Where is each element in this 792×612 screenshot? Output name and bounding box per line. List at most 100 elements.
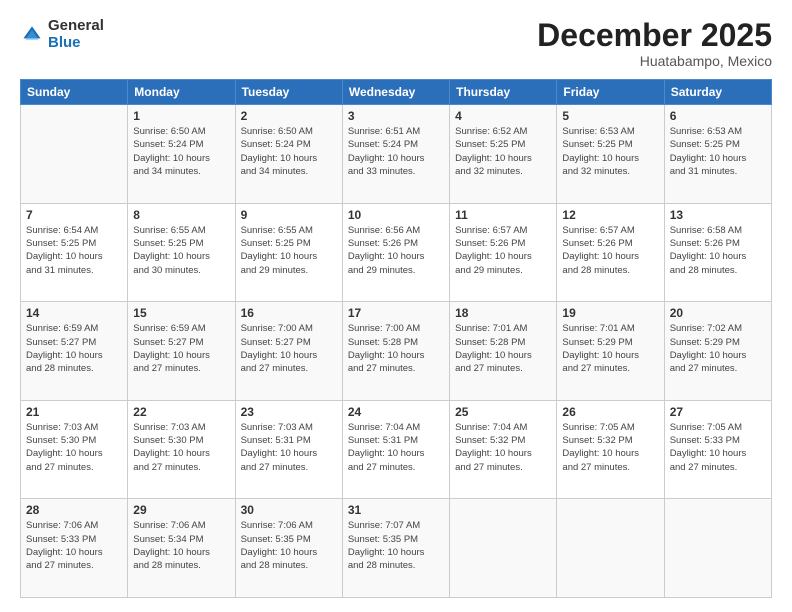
day-number: 6 xyxy=(670,109,766,123)
day-info: Sunrise: 7:00 AM Sunset: 5:28 PM Dayligh… xyxy=(348,322,444,375)
day-info: Sunrise: 7:02 AM Sunset: 5:29 PM Dayligh… xyxy=(670,322,766,375)
day-number: 4 xyxy=(455,109,551,123)
day-cell: 6Sunrise: 6:53 AM Sunset: 5:25 PM Daylig… xyxy=(664,105,771,204)
col-header-wednesday: Wednesday xyxy=(342,80,449,105)
day-number: 8 xyxy=(133,208,229,222)
day-cell: 20Sunrise: 7:02 AM Sunset: 5:29 PM Dayli… xyxy=(664,302,771,401)
day-number: 15 xyxy=(133,306,229,320)
day-cell: 22 Sunrise: 7:03 AM Sunset: 5:30 PM Dayli… xyxy=(128,400,235,499)
header-row: SundayMondayTuesdayWednesdayThursdayFrid… xyxy=(21,80,772,105)
day-cell: 17 Sunrise: 7:00 AM Sunset: 5:28 PM Dayli… xyxy=(342,302,449,401)
day-cell xyxy=(21,105,128,204)
day-number: 14 xyxy=(26,306,122,320)
day-cell: 24 Sunrise: 7:04 AM Sunset: 5:31 PM Dayli… xyxy=(342,400,449,499)
day-cell: 11Sunrise: 6:57 AM Sunset: 5:26 PM Dayli… xyxy=(450,203,557,302)
day-cell xyxy=(557,499,664,598)
col-header-monday: Monday xyxy=(128,80,235,105)
day-number: 23 xyxy=(241,405,337,419)
week-row-3: 14 Sunrise: 6:59 AM Sunset: 5:27 PM Dayli… xyxy=(21,302,772,401)
day-cell: 16 Sunrise: 7:00 AM Sunset: 5:27 PM Dayli… xyxy=(235,302,342,401)
day-cell: 3 Sunrise: 6:51 AM Sunset: 5:24 PM Daylig… xyxy=(342,105,449,204)
day-info: Sunrise: 6:56 AM Sunset: 5:26 PM Dayligh… xyxy=(348,224,444,277)
day-cell: 8 Sunrise: 6:55 AM Sunset: 5:25 PM Daylig… xyxy=(128,203,235,302)
day-info: Sunrise: 6:57 AM Sunset: 5:26 PM Dayligh… xyxy=(562,224,658,277)
day-info: Sunrise: 7:03 AM Sunset: 5:31 PM Dayligh… xyxy=(241,421,337,474)
day-cell: 19 Sunrise: 7:01 AM Sunset: 5:29 PM Dayli… xyxy=(557,302,664,401)
day-cell: 28 Sunrise: 7:06 AM Sunset: 5:33 PM Dayli… xyxy=(21,499,128,598)
day-number: 10 xyxy=(348,208,444,222)
col-header-saturday: Saturday xyxy=(664,80,771,105)
col-header-sunday: Sunday xyxy=(21,80,128,105)
day-info: Sunrise: 7:04 AM Sunset: 5:32 PM Dayligh… xyxy=(455,421,551,474)
day-cell: 7 Sunrise: 6:54 AM Sunset: 5:25 PM Daylig… xyxy=(21,203,128,302)
month-title: December 2025 xyxy=(537,18,772,53)
logo-icon xyxy=(20,23,44,47)
day-number: 12 xyxy=(562,208,658,222)
day-cell: 4 Sunrise: 6:52 AM Sunset: 5:25 PM Daylig… xyxy=(450,105,557,204)
day-cell: 31 Sunrise: 7:07 AM Sunset: 5:35 PM Dayli… xyxy=(342,499,449,598)
day-info: Sunrise: 7:00 AM Sunset: 5:27 PM Dayligh… xyxy=(241,322,337,375)
day-cell: 9 Sunrise: 6:55 AM Sunset: 5:25 PM Daylig… xyxy=(235,203,342,302)
day-number: 31 xyxy=(348,503,444,517)
location: Huatabampo, Mexico xyxy=(537,53,772,69)
day-number: 27 xyxy=(670,405,766,419)
day-cell: 2Sunrise: 6:50 AM Sunset: 5:24 PM Daylig… xyxy=(235,105,342,204)
day-cell: 1 Sunrise: 6:50 AM Sunset: 5:24 PM Daylig… xyxy=(128,105,235,204)
day-info: Sunrise: 6:54 AM Sunset: 5:25 PM Dayligh… xyxy=(26,224,122,277)
day-number: 7 xyxy=(26,208,122,222)
day-info: Sunrise: 6:50 AM Sunset: 5:24 PM Dayligh… xyxy=(133,125,229,178)
week-row-4: 21 Sunrise: 7:03 AM Sunset: 5:30 PM Dayli… xyxy=(21,400,772,499)
day-info: Sunrise: 6:57 AM Sunset: 5:26 PM Dayligh… xyxy=(455,224,551,277)
day-number: 17 xyxy=(348,306,444,320)
day-cell: 12 Sunrise: 6:57 AM Sunset: 5:26 PM Dayli… xyxy=(557,203,664,302)
day-info: Sunrise: 6:55 AM Sunset: 5:25 PM Dayligh… xyxy=(133,224,229,277)
day-cell: 29 Sunrise: 7:06 AM Sunset: 5:34 PM Dayli… xyxy=(128,499,235,598)
day-number: 18 xyxy=(455,306,551,320)
day-info: Sunrise: 7:06 AM Sunset: 5:35 PM Dayligh… xyxy=(241,519,337,572)
day-info: Sunrise: 6:53 AM Sunset: 5:25 PM Dayligh… xyxy=(562,125,658,178)
day-number: 16 xyxy=(241,306,337,320)
day-info: Sunrise: 6:52 AM Sunset: 5:25 PM Dayligh… xyxy=(455,125,551,178)
day-number: 19 xyxy=(562,306,658,320)
day-number: 25 xyxy=(455,405,551,419)
day-info: Sunrise: 7:01 AM Sunset: 5:29 PM Dayligh… xyxy=(562,322,658,375)
week-row-1: 1 Sunrise: 6:50 AM Sunset: 5:24 PM Daylig… xyxy=(21,105,772,204)
day-number: 5 xyxy=(562,109,658,123)
day-info: Sunrise: 7:05 AM Sunset: 5:32 PM Dayligh… xyxy=(562,421,658,474)
day-info: Sunrise: 7:06 AM Sunset: 5:34 PM Dayligh… xyxy=(133,519,229,572)
day-info: Sunrise: 6:55 AM Sunset: 5:25 PM Dayligh… xyxy=(241,224,337,277)
day-number: 3 xyxy=(348,109,444,123)
day-cell: 23 Sunrise: 7:03 AM Sunset: 5:31 PM Dayli… xyxy=(235,400,342,499)
col-header-tuesday: Tuesday xyxy=(235,80,342,105)
day-info: Sunrise: 6:59 AM Sunset: 5:27 PM Dayligh… xyxy=(133,322,229,375)
day-cell: 26 Sunrise: 7:05 AM Sunset: 5:32 PM Dayli… xyxy=(557,400,664,499)
day-number: 26 xyxy=(562,405,658,419)
day-info: Sunrise: 7:03 AM Sunset: 5:30 PM Dayligh… xyxy=(133,421,229,474)
day-number: 29 xyxy=(133,503,229,517)
page: General Blue December 2025 Huatabampo, M… xyxy=(0,0,792,612)
day-info: Sunrise: 7:05 AM Sunset: 5:33 PM Dayligh… xyxy=(670,421,766,474)
day-number: 21 xyxy=(26,405,122,419)
day-cell: 21 Sunrise: 7:03 AM Sunset: 5:30 PM Dayli… xyxy=(21,400,128,499)
day-info: Sunrise: 6:59 AM Sunset: 5:27 PM Dayligh… xyxy=(26,322,122,375)
day-number: 9 xyxy=(241,208,337,222)
day-info: Sunrise: 6:51 AM Sunset: 5:24 PM Dayligh… xyxy=(348,125,444,178)
day-number: 24 xyxy=(348,405,444,419)
day-cell: 10 Sunrise: 6:56 AM Sunset: 5:26 PM Dayli… xyxy=(342,203,449,302)
header: General Blue December 2025 Huatabampo, M… xyxy=(20,18,772,69)
day-number: 28 xyxy=(26,503,122,517)
day-info: Sunrise: 7:06 AM Sunset: 5:33 PM Dayligh… xyxy=(26,519,122,572)
day-info: Sunrise: 7:03 AM Sunset: 5:30 PM Dayligh… xyxy=(26,421,122,474)
day-number: 22 xyxy=(133,405,229,419)
day-cell: 14 Sunrise: 6:59 AM Sunset: 5:27 PM Dayli… xyxy=(21,302,128,401)
day-number: 30 xyxy=(241,503,337,517)
day-info: Sunrise: 7:04 AM Sunset: 5:31 PM Dayligh… xyxy=(348,421,444,474)
col-header-friday: Friday xyxy=(557,80,664,105)
day-cell: 27 Sunrise: 7:05 AM Sunset: 5:33 PM Dayli… xyxy=(664,400,771,499)
day-number: 1 xyxy=(133,109,229,123)
day-cell: 15 Sunrise: 6:59 AM Sunset: 5:27 PM Dayli… xyxy=(128,302,235,401)
day-cell: 5 Sunrise: 6:53 AM Sunset: 5:25 PM Daylig… xyxy=(557,105,664,204)
day-cell: 25 Sunrise: 7:04 AM Sunset: 5:32 PM Dayli… xyxy=(450,400,557,499)
day-info: Sunrise: 7:07 AM Sunset: 5:35 PM Dayligh… xyxy=(348,519,444,572)
week-row-2: 7 Sunrise: 6:54 AM Sunset: 5:25 PM Daylig… xyxy=(21,203,772,302)
